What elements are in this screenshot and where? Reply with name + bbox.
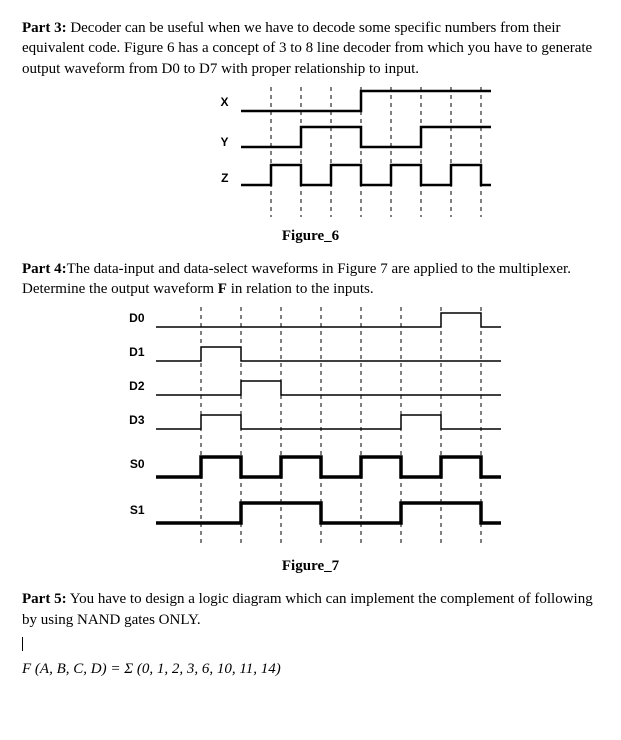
figure7-label-d0: D0 [117,311,145,325]
part4-paragraph: Part 4:The data-input and data-select wa… [22,259,599,300]
figure7-container: D0 D1 D2 D3 S0 S1 [22,307,599,552]
figure6-caption: Figure_6 [22,228,599,245]
figure6-diagram: X Y Z [131,87,491,217]
figure7-label-d3: D3 [117,413,145,427]
figure7-caption: Figure_7 [22,558,599,575]
figure7-label-s0: S0 [117,457,145,471]
part4-heading: Part 4: [22,261,67,277]
figure7-diagram: D0 D1 D2 D3 S0 S1 [101,307,521,547]
figure6-svg [131,87,491,217]
part5-paragraph: Part 5: You have to design a logic diagr… [22,589,599,630]
figure7-label-d1: D1 [117,345,145,359]
figure7-label-s1: S1 [117,503,145,517]
part3-paragraph: Part 3: Decoder can be useful when we ha… [22,18,599,79]
text-cursor [22,636,599,653]
part5-heading: Part 5: [22,591,67,607]
part4-text: The data-input and data-select waveforms… [22,261,571,297]
figure7-label-d2: D2 [117,379,145,393]
part3-text: Decoder can be useful when we have to de… [22,20,592,77]
part4-f: F [218,281,227,297]
figure6-container: X Y Z [22,87,599,222]
figure6-label-x: X [201,95,229,109]
figure7-svg [101,307,521,547]
part5-text: You have to design a logic diagram which… [22,591,593,627]
part3-heading: Part 3: [22,20,67,36]
figure6-label-z: Z [201,171,229,185]
figure6-label-y: Y [201,135,229,149]
part5-formula: F (A, B, C, D) = Σ (0, 1, 2, 3, 6, 10, 1… [22,661,599,678]
